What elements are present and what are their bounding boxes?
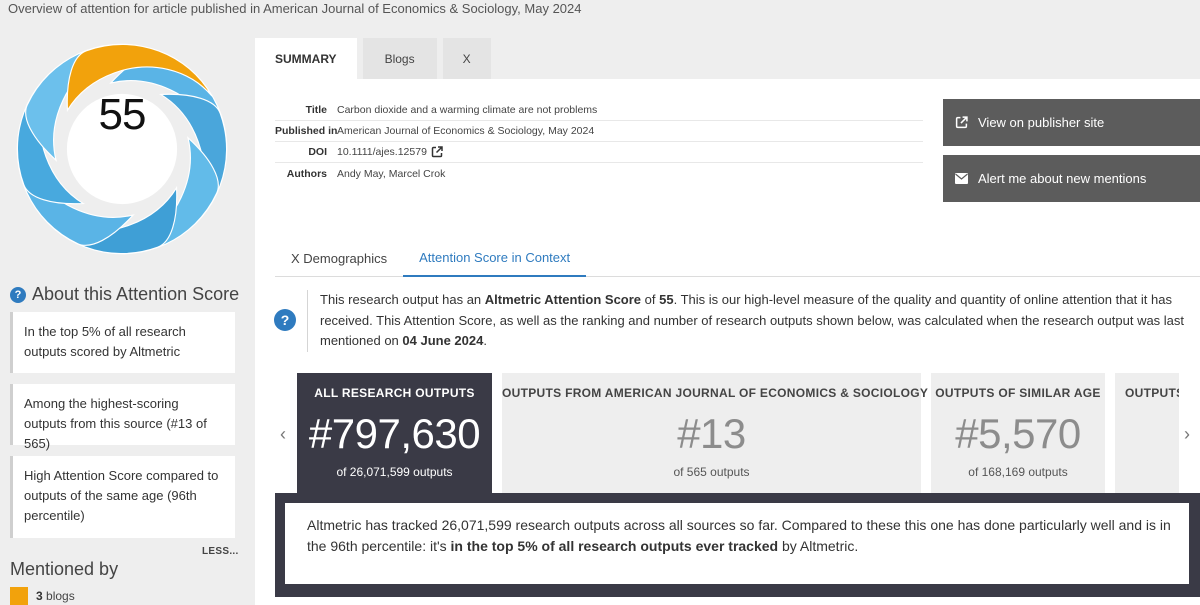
- doi-row: DOI 10.1111/ajes.12579: [275, 142, 923, 163]
- external-link-icon[interactable]: [431, 146, 443, 158]
- published-row: Published in American Journal of Economi…: [275, 121, 923, 142]
- about-card-text: Among the highest-scoring outputs from t…: [24, 396, 207, 451]
- about-card-top5: In the top 5% of all research outputs sc…: [10, 312, 235, 373]
- article-title: Carbon dioxide and a warming climate are…: [337, 104, 598, 116]
- percentile-summary: Altmetric has tracked 26,071,599 researc…: [275, 493, 1200, 597]
- rank-title: OUTPUTS OF SIMILAR AGE: [935, 386, 1101, 400]
- view-publisher-label: View on publisher site: [978, 115, 1105, 130]
- rank-number: #797,630: [308, 410, 481, 457]
- alert-mentions-button[interactable]: Alert me about new mentions: [943, 155, 1200, 202]
- about-card-similar-age: High Attention Score compared to outputs…: [10, 456, 235, 538]
- carousel-prev-arrow[interactable]: ‹: [280, 424, 286, 445]
- published-in: American Journal of Economics & Sociolog…: [337, 125, 595, 137]
- doi-label: DOI: [308, 146, 327, 158]
- mentioned-by-heading: Mentioned by: [10, 559, 119, 579]
- tab-attention-context[interactable]: Attention Score in Context: [403, 240, 587, 277]
- tab-summary[interactable]: SUMMARY: [255, 38, 357, 79]
- authors-label: Authors: [286, 167, 327, 180]
- sub-tabs: X Demographics Attention Score in Contex…: [275, 240, 1200, 277]
- blogs-count: 3: [36, 589, 43, 603]
- rank-total: of 26,071,599 outputs: [336, 465, 453, 479]
- page-header: Overview of attention for article publis…: [8, 1, 582, 16]
- published-label: Published in: [275, 125, 338, 137]
- title-row: Title Carbon dioxide and a warming clima…: [275, 100, 923, 121]
- external-link-icon: [955, 116, 968, 129]
- about-card-source-rank: Among the highest-scoring outputs from t…: [10, 384, 235, 451]
- article-details: Title Carbon dioxide and a warming clima…: [275, 100, 923, 184]
- rank-card-journal[interactable]: OUTPUTS FROM AMERICAN JOURNAL OF ECONOMI…: [502, 373, 929, 493]
- tab-x[interactable]: X: [442, 38, 491, 79]
- rank-title: OUTPUTS: [1125, 386, 1179, 400]
- percentile-text: Altmetric has tracked 26,071,599 researc…: [285, 503, 1189, 584]
- alert-mentions-label: Alert me about new mentions: [978, 171, 1147, 186]
- tab-blogs[interactable]: Blogs: [362, 38, 437, 79]
- about-card-text: High Attention Score compared to outputs…: [24, 468, 219, 523]
- carousel-next-arrow[interactable]: ›: [1184, 424, 1190, 445]
- rank-card-all-outputs[interactable]: ALL RESEARCH OUTPUTS #797,630 of 26,071,…: [297, 373, 492, 493]
- help-icon[interactable]: ?: [274, 309, 296, 331]
- authors-row: Authors Andy May, Marcel Crok: [275, 163, 923, 184]
- about-score-heading: ? About this Attention Score: [10, 284, 239, 305]
- about-heading-text: About this Attention Score: [32, 284, 240, 304]
- blogs-color-swatch: [10, 587, 28, 605]
- attention-score: 55: [98, 90, 147, 139]
- rank-title: OUTPUTS FROM AMERICAN JOURNAL OF ECONOMI…: [502, 386, 929, 400]
- doi-link[interactable]: 10.1111/ajes.12579: [337, 146, 427, 158]
- mention-blogs-row[interactable]: 3 blogs: [10, 587, 75, 605]
- rank-card-similar-age[interactable]: OUTPUTS OF SIMILAR AGE #5,570 of 168,169…: [931, 373, 1105, 493]
- less-link[interactable]: LESS...: [202, 546, 239, 557]
- question-icon[interactable]: ?: [10, 286, 26, 303]
- rank-title: ALL RESEARCH OUTPUTS: [314, 386, 475, 400]
- top-tabs: SUMMARY Blogs X: [255, 38, 491, 79]
- rank-total: of 168,169 outputs: [968, 465, 1068, 479]
- title-label: Title: [305, 104, 327, 116]
- article-authors: Andy May, Marcel Crok: [337, 167, 446, 180]
- rank-number: #13: [677, 410, 746, 457]
- rank-total: of 565 outputs: [673, 465, 750, 479]
- altmetric-donut: [16, 43, 228, 255]
- rank-number: #5,570: [955, 410, 1081, 457]
- blogs-label: blogs: [46, 589, 75, 603]
- view-publisher-button[interactable]: View on publisher site: [943, 99, 1200, 146]
- rank-card-partial[interactable]: OUTPUTS: [1115, 373, 1179, 493]
- about-card-text: In the top 5% of all research outputs sc…: [24, 324, 186, 359]
- context-description: This research output has an Altmetric At…: [307, 290, 1187, 352]
- tab-x-demographics[interactable]: X Demographics: [275, 240, 403, 276]
- envelope-icon: [955, 173, 968, 184]
